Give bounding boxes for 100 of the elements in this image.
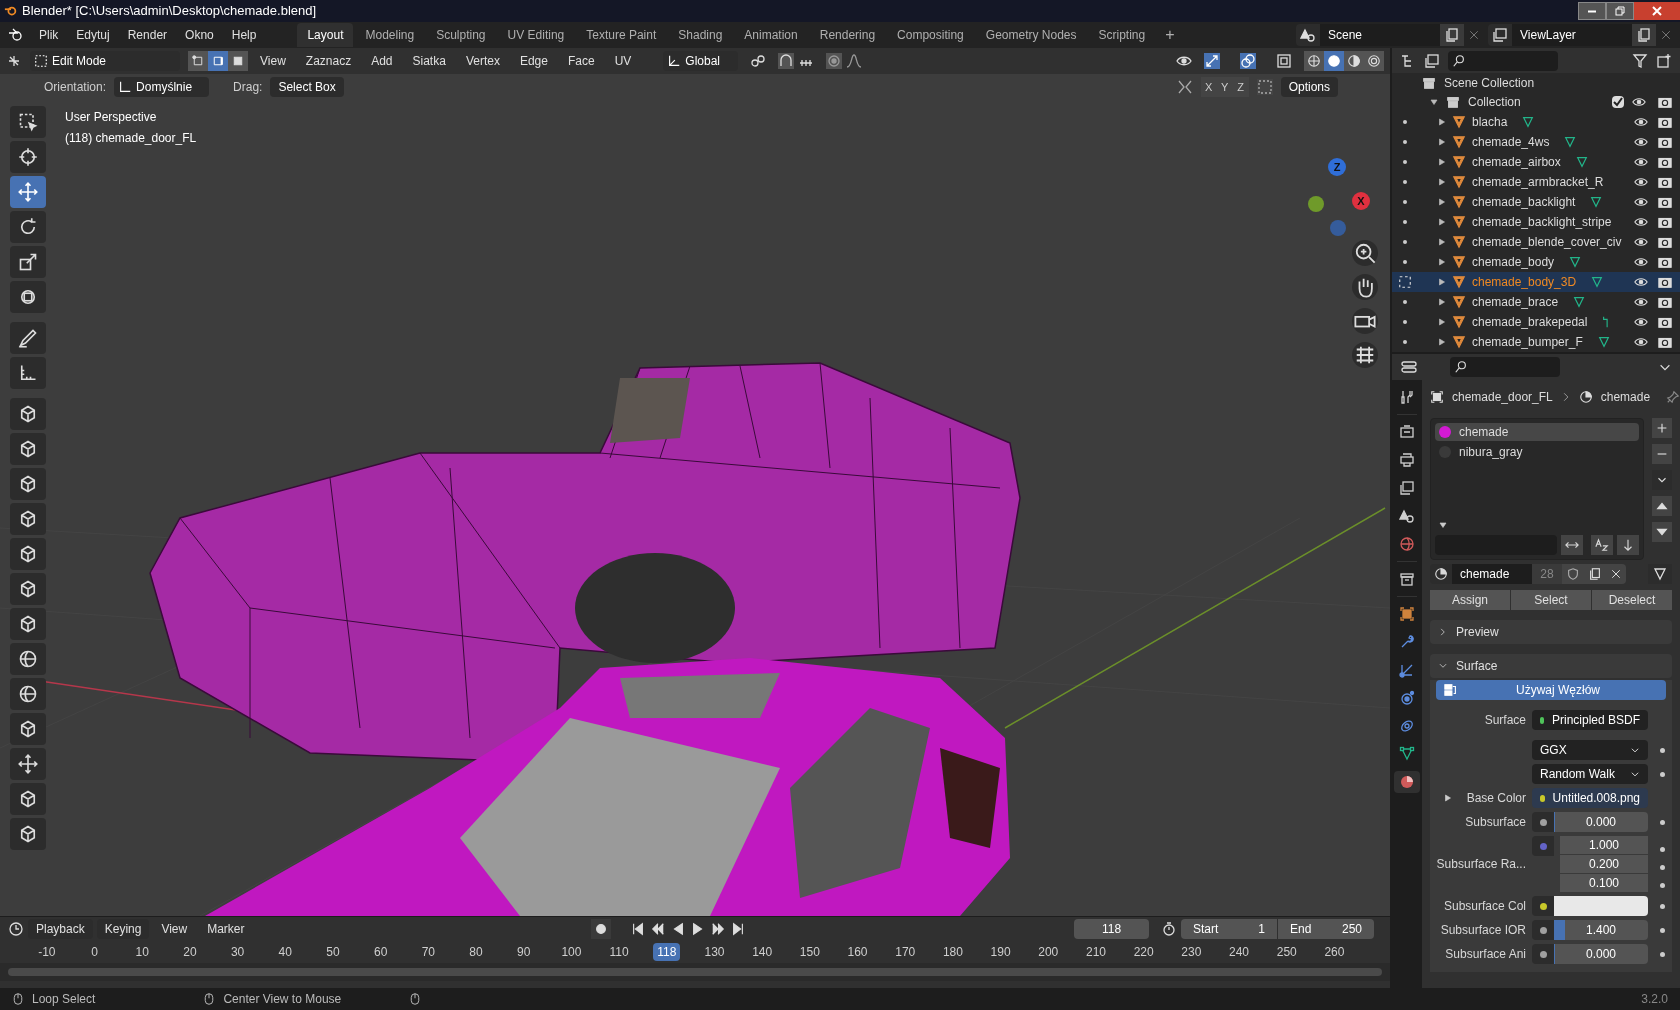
shading-button[interactable] [1344, 51, 1364, 71]
color-swatch[interactable] [1554, 896, 1648, 916]
current-frame-field[interactable]: 118 [1074, 919, 1149, 939]
tool-button[interactable] [10, 211, 46, 243]
number-slider[interactable]: 0.000 [1554, 812, 1648, 832]
vertices-triangle-icon[interactable] [1589, 195, 1604, 209]
axis-handle[interactable] [1308, 196, 1324, 212]
select-mode-button[interactable] [208, 51, 228, 71]
menu-item[interactable]: Vertex [457, 51, 508, 71]
tool-button[interactable] [10, 106, 46, 138]
plus-icon[interactable] [1652, 418, 1672, 438]
action-button[interactable]: Select [1511, 590, 1591, 610]
object-name[interactable]: chemade_brace [1472, 293, 1559, 311]
cone-sphere-selector[interactable] [1296, 24, 1320, 46]
camera-icon[interactable] [1658, 315, 1672, 329]
workspace-tab[interactable]: Modeling [355, 23, 425, 47]
menu-item[interactable]: Marker [199, 919, 253, 939]
grid-icon[interactable] [1352, 342, 1378, 368]
camera-icon[interactable] [1658, 115, 1672, 129]
scene-field[interactable]: Scene [1320, 24, 1440, 46]
workspace-tab[interactable]: Compositing [887, 23, 974, 47]
menu-item[interactable]: Zaznacz [297, 51, 360, 71]
action-button[interactable]: Assign [1430, 590, 1510, 610]
socket-button[interactable] [1532, 896, 1554, 916]
link-circles-icon[interactable] [750, 53, 767, 69]
workspace-tab[interactable]: Layout [297, 23, 354, 47]
tool-button[interactable] [10, 141, 46, 173]
vertices-triangle-icon[interactable] [1596, 335, 1611, 349]
workspace-tab[interactable]: UV Editing [497, 23, 575, 47]
object-name[interactable]: chemade_body_3D [1472, 273, 1577, 291]
object-name[interactable]: chemade_backlight_stripe [1472, 213, 1612, 231]
outliner-row[interactable]: chemade_backlight_stripe [1392, 212, 1680, 232]
eye-icon[interactable] [1634, 315, 1648, 329]
vertices-triangle-icon[interactable] [1521, 115, 1536, 129]
outliner-row[interactable]: chemade_body_3D [1392, 272, 1680, 292]
tool-button[interactable] [10, 246, 46, 278]
overlay-circles-icon[interactable] [1240, 53, 1256, 69]
number-field[interactable]: 0.100 [1560, 874, 1648, 892]
current-frame-marker[interactable]: 118 [653, 943, 681, 961]
breadcrumb-item[interactable]: chemade [1600, 388, 1651, 406]
socket-button[interactable] [1532, 812, 1554, 832]
camera-icon[interactable] [1658, 295, 1672, 309]
stopwatch-icon[interactable] [1161, 921, 1177, 937]
axis-toggle[interactable]: X [1200, 77, 1217, 97]
tool-button[interactable] [10, 503, 46, 535]
minus-icon[interactable] [1652, 444, 1672, 464]
camera-icon[interactable] [1658, 215, 1672, 229]
menu-item[interactable]: Keying [96, 919, 150, 939]
chevron-down-icon[interactable] [1652, 470, 1672, 490]
menu-item[interactable]: Plik [32, 24, 66, 46]
menu-item[interactable]: Edytuj [69, 24, 117, 46]
move-up-icon[interactable] [1652, 496, 1672, 516]
eye-icon[interactable] [1634, 155, 1648, 169]
outliner-row[interactable]: chemade_brakepedal [1392, 312, 1680, 332]
camera-icon[interactable] [1352, 308, 1378, 334]
outliner-row[interactable]: chemade_armbracket_R [1392, 172, 1680, 192]
workspace-tab[interactable]: Shading [668, 23, 733, 47]
tool-button[interactable] [10, 818, 46, 850]
vertices-triangle-icon[interactable] [1568, 255, 1583, 269]
workspace-tab[interactable]: Scripting [1088, 23, 1156, 47]
number-slider[interactable]: 0.000 [1554, 944, 1648, 964]
eye-icon[interactable] [1634, 175, 1648, 189]
menu-item[interactable]: Render [120, 24, 175, 46]
zoom-icon[interactable] [1352, 240, 1378, 266]
axis-handle[interactable] [1330, 220, 1346, 236]
falloff-curve-icon[interactable] [846, 53, 863, 69]
menu-item[interactable]: View [153, 919, 196, 939]
outliner-row[interactable]: chemade_body [1392, 252, 1680, 272]
dashed-square-icon[interactable] [1398, 275, 1412, 289]
magnet-icon[interactable] [778, 53, 795, 69]
node-link-field[interactable]: Untitled.008.png [1532, 788, 1648, 808]
object-name[interactable]: chemade_brakepedal [1472, 313, 1588, 331]
panel-header[interactable]: Preview [1430, 620, 1672, 644]
record-icon[interactable] [590, 919, 611, 939]
filter-icon[interactable] [1632, 52, 1648, 69]
new-collection-icon[interactable] [1656, 52, 1672, 69]
tool-button[interactable] [10, 433, 46, 465]
tool-button[interactable] [10, 643, 46, 675]
material-browse-button[interactable] [1430, 564, 1452, 584]
view-layer-field[interactable]: ViewLayer [1512, 24, 1632, 46]
vertices-triangle-icon[interactable] [1574, 155, 1589, 169]
tool-button[interactable] [10, 322, 46, 354]
proportional-icon[interactable] [826, 53, 843, 69]
search-field[interactable] [1450, 357, 1560, 377]
menu-item[interactable]: View [252, 51, 294, 71]
object-name[interactable]: chemade_body [1472, 253, 1555, 271]
scrollbar[interactable] [8, 968, 1382, 976]
tool-button[interactable] [10, 538, 46, 570]
material-name-field[interactable]: chemade [1452, 564, 1532, 584]
tool-button[interactable] [10, 281, 46, 313]
menu-item[interactable]: Face [559, 51, 603, 71]
prev-keyframe-icon[interactable] [650, 922, 665, 936]
select-mode-button[interactable] [188, 51, 208, 71]
maximize-button[interactable] [1606, 2, 1634, 20]
copy-icon[interactable] [1632, 24, 1656, 46]
drag-dropdown[interactable]: Select Box [270, 77, 344, 97]
tool-button[interactable] [10, 176, 46, 208]
shield-icon[interactable] [1562, 564, 1584, 584]
editor-type-icon[interactable] [1400, 359, 1418, 375]
material-slot[interactable]: nibura_gray [1435, 443, 1639, 461]
